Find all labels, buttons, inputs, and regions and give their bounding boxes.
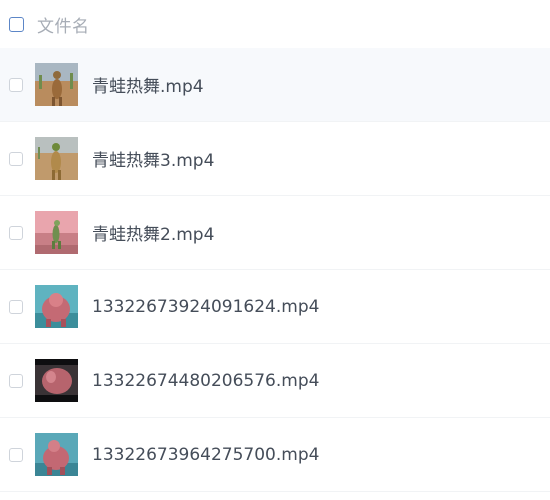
file-row[interactable]: 青蛙热舞3.mp4 <box>0 122 550 196</box>
file-name[interactable]: 青蛙热舞3.mp4 <box>92 146 214 171</box>
file-checkbox[interactable] <box>9 447 23 462</box>
file-list-header: 文件名 <box>0 0 550 48</box>
file-row[interactable]: 13322673924091624.mp4 <box>0 270 550 344</box>
file-name[interactable]: 13322673964275700.mp4 <box>92 445 319 465</box>
file-name[interactable]: 13322673924091624.mp4 <box>92 297 319 317</box>
filename-column-header[interactable]: 文件名 <box>37 12 90 37</box>
file-checkbox[interactable] <box>9 77 23 92</box>
video-thumbnail[interactable] <box>35 211 78 254</box>
file-checkbox[interactable] <box>9 299 23 314</box>
select-all-checkbox[interactable] <box>9 16 24 32</box>
file-checkbox[interactable] <box>9 225 23 240</box>
video-thumbnail[interactable] <box>35 359 78 402</box>
file-row[interactable]: 青蛙热舞.mp4 <box>0 48 550 122</box>
video-thumbnail[interactable] <box>35 433 78 476</box>
file-name[interactable]: 13322674480206576.mp4 <box>92 371 319 391</box>
file-list: 文件名 青蛙热舞.mp4 青蛙热舞3.mp4 青蛙热舞2.mp4 1332267… <box>0 0 550 500</box>
file-checkbox[interactable] <box>9 373 23 388</box>
file-name[interactable]: 青蛙热舞.mp4 <box>92 72 204 97</box>
file-row[interactable]: 13322673964275700.mp4 <box>0 418 550 492</box>
video-thumbnail[interactable] <box>35 137 78 180</box>
file-row[interactable]: 13322674480206576.mp4 <box>0 344 550 418</box>
file-name[interactable]: 青蛙热舞2.mp4 <box>92 220 214 245</box>
video-thumbnail[interactable] <box>35 63 78 106</box>
file-row[interactable]: 青蛙热舞2.mp4 <box>0 196 550 270</box>
video-thumbnail[interactable] <box>35 285 78 328</box>
file-checkbox[interactable] <box>9 151 23 166</box>
